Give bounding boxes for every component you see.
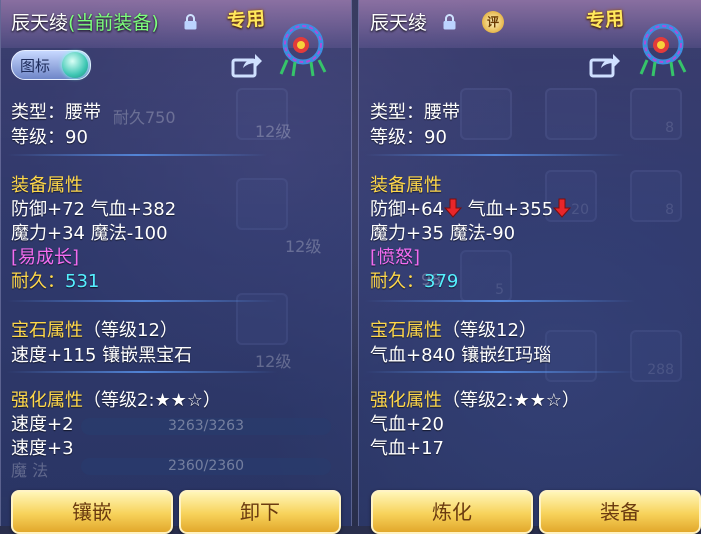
down-arrow-icon <box>443 198 463 218</box>
ghost-level: 12级 <box>285 237 322 256</box>
gem-header: 宝石属性（等级12） <box>11 316 178 342</box>
ghost-level: 12级 <box>255 122 292 141</box>
durability-value: 379 <box>424 271 459 292</box>
unequip-button[interactable]: 卸下 <box>179 490 341 534</box>
share-icon[interactable] <box>231 52 263 78</box>
ghost-label: 魔 法 <box>11 461 49 480</box>
enh-header-label: 强化属性 <box>11 390 83 411</box>
refine-button[interactable]: 炼化 <box>371 490 533 534</box>
durability-line: 耐久：379 <box>370 267 458 293</box>
current-equipped-tag: (当前装备) <box>68 12 159 34</box>
gem-header-label: 宝石属性 <box>370 320 442 341</box>
durability-label: 耐久： <box>370 271 424 292</box>
enh-line-1: 速度+2 <box>11 414 74 435</box>
enh-header: 强化属性（等级2:★★☆） <box>11 386 221 412</box>
equip-attr-header: 装备属性 <box>11 175 83 196</box>
divider <box>365 371 635 373</box>
equip-button[interactable]: 装备 <box>539 490 701 534</box>
icon-toggle[interactable]: 图标 <box>11 50 91 80</box>
gem-line: 速度+115 镶嵌黑宝石 <box>11 345 193 366</box>
enh-line-1: 气血+20 <box>370 414 444 435</box>
ghost-durability: 耐久750 <box>113 108 176 127</box>
compare-equipment-panel: 辰天绫 评 专用 98 类型：腰带 等级：90 装备属性 防御+64 气血+35… <box>358 0 701 534</box>
gem-level: （等级12） <box>83 320 178 341</box>
gem-line: 气血+840 镶嵌红玛瑙 <box>370 345 552 366</box>
share-icon[interactable] <box>589 52 621 78</box>
special-effect: [易成长] <box>11 247 80 268</box>
attr-line-2: 魔力+34 魔法-100 <box>11 223 168 244</box>
special-effect: [愤怒] <box>370 247 421 268</box>
level-line: 等级：90 <box>11 127 88 148</box>
enh-header-label: 强化属性 <box>370 390 442 411</box>
exclusive-label: 专用 <box>226 7 266 33</box>
divider <box>7 300 277 302</box>
divider <box>7 154 267 156</box>
down-arrow-icon <box>553 198 572 218</box>
divider <box>7 371 277 373</box>
exclusive-label: 专用 <box>585 7 625 33</box>
enh-level: （等级2:★★☆） <box>442 390 580 411</box>
durability-label: 耐久： <box>11 271 65 292</box>
enh-level: （等级2:★★☆） <box>83 390 221 411</box>
toggle-knob <box>62 52 88 78</box>
ghost-hp-bar: 3263/3263 <box>81 418 331 435</box>
type-line: 类型：腰带 <box>370 102 460 123</box>
gem-header-label: 宝石属性 <box>11 320 83 341</box>
belt-item-icon <box>273 20 331 78</box>
level-line: 等级：90 <box>370 127 447 148</box>
belt-item-icon <box>633 20 691 78</box>
item-name: 辰天绫(当前装备) <box>11 8 159 35</box>
current-equipment-panel: 辰天绫(当前装备) 专用 图标 耐久750 12级 12级 12级 类型：腰带 … <box>0 0 352 534</box>
divider <box>365 300 635 302</box>
durability-line: 耐久：531 <box>11 267 99 293</box>
enh-line-2: 速度+3 <box>11 438 74 459</box>
equip-attr-header: 装备属性 <box>370 175 442 196</box>
rating-badge-icon[interactable]: 评 <box>482 11 504 33</box>
enh-header: 强化属性（等级2:★★☆） <box>370 386 580 412</box>
lock-icon <box>443 14 456 30</box>
hp-value: 气血+355 <box>467 199 554 220</box>
ghost-mp-bar: 2360/2360 <box>81 458 331 475</box>
icon-toggle-label: 图标 <box>20 57 51 75</box>
defense-value: 防御+64 <box>370 199 444 220</box>
gem-header: 宝石属性（等级12） <box>370 316 537 342</box>
inlay-button[interactable]: 镶嵌 <box>11 490 173 534</box>
item-name-text: 辰天绫 <box>11 12 69 34</box>
durability-value: 531 <box>65 271 100 292</box>
type-line: 类型：腰带 <box>11 102 101 123</box>
attr-line-1: 防御+64 气血+355 <box>370 195 572 221</box>
ghost-level: 12级 <box>255 352 292 371</box>
item-name: 辰天绫 <box>370 12 428 34</box>
attr-line-2: 魔力+35 魔法-90 <box>370 223 516 244</box>
gem-level: （等级12） <box>442 320 537 341</box>
attr-line-1: 防御+72 气血+382 <box>11 199 177 220</box>
enh-line-2: 气血+17 <box>370 438 444 459</box>
lock-icon <box>184 14 197 30</box>
divider <box>365 154 625 156</box>
